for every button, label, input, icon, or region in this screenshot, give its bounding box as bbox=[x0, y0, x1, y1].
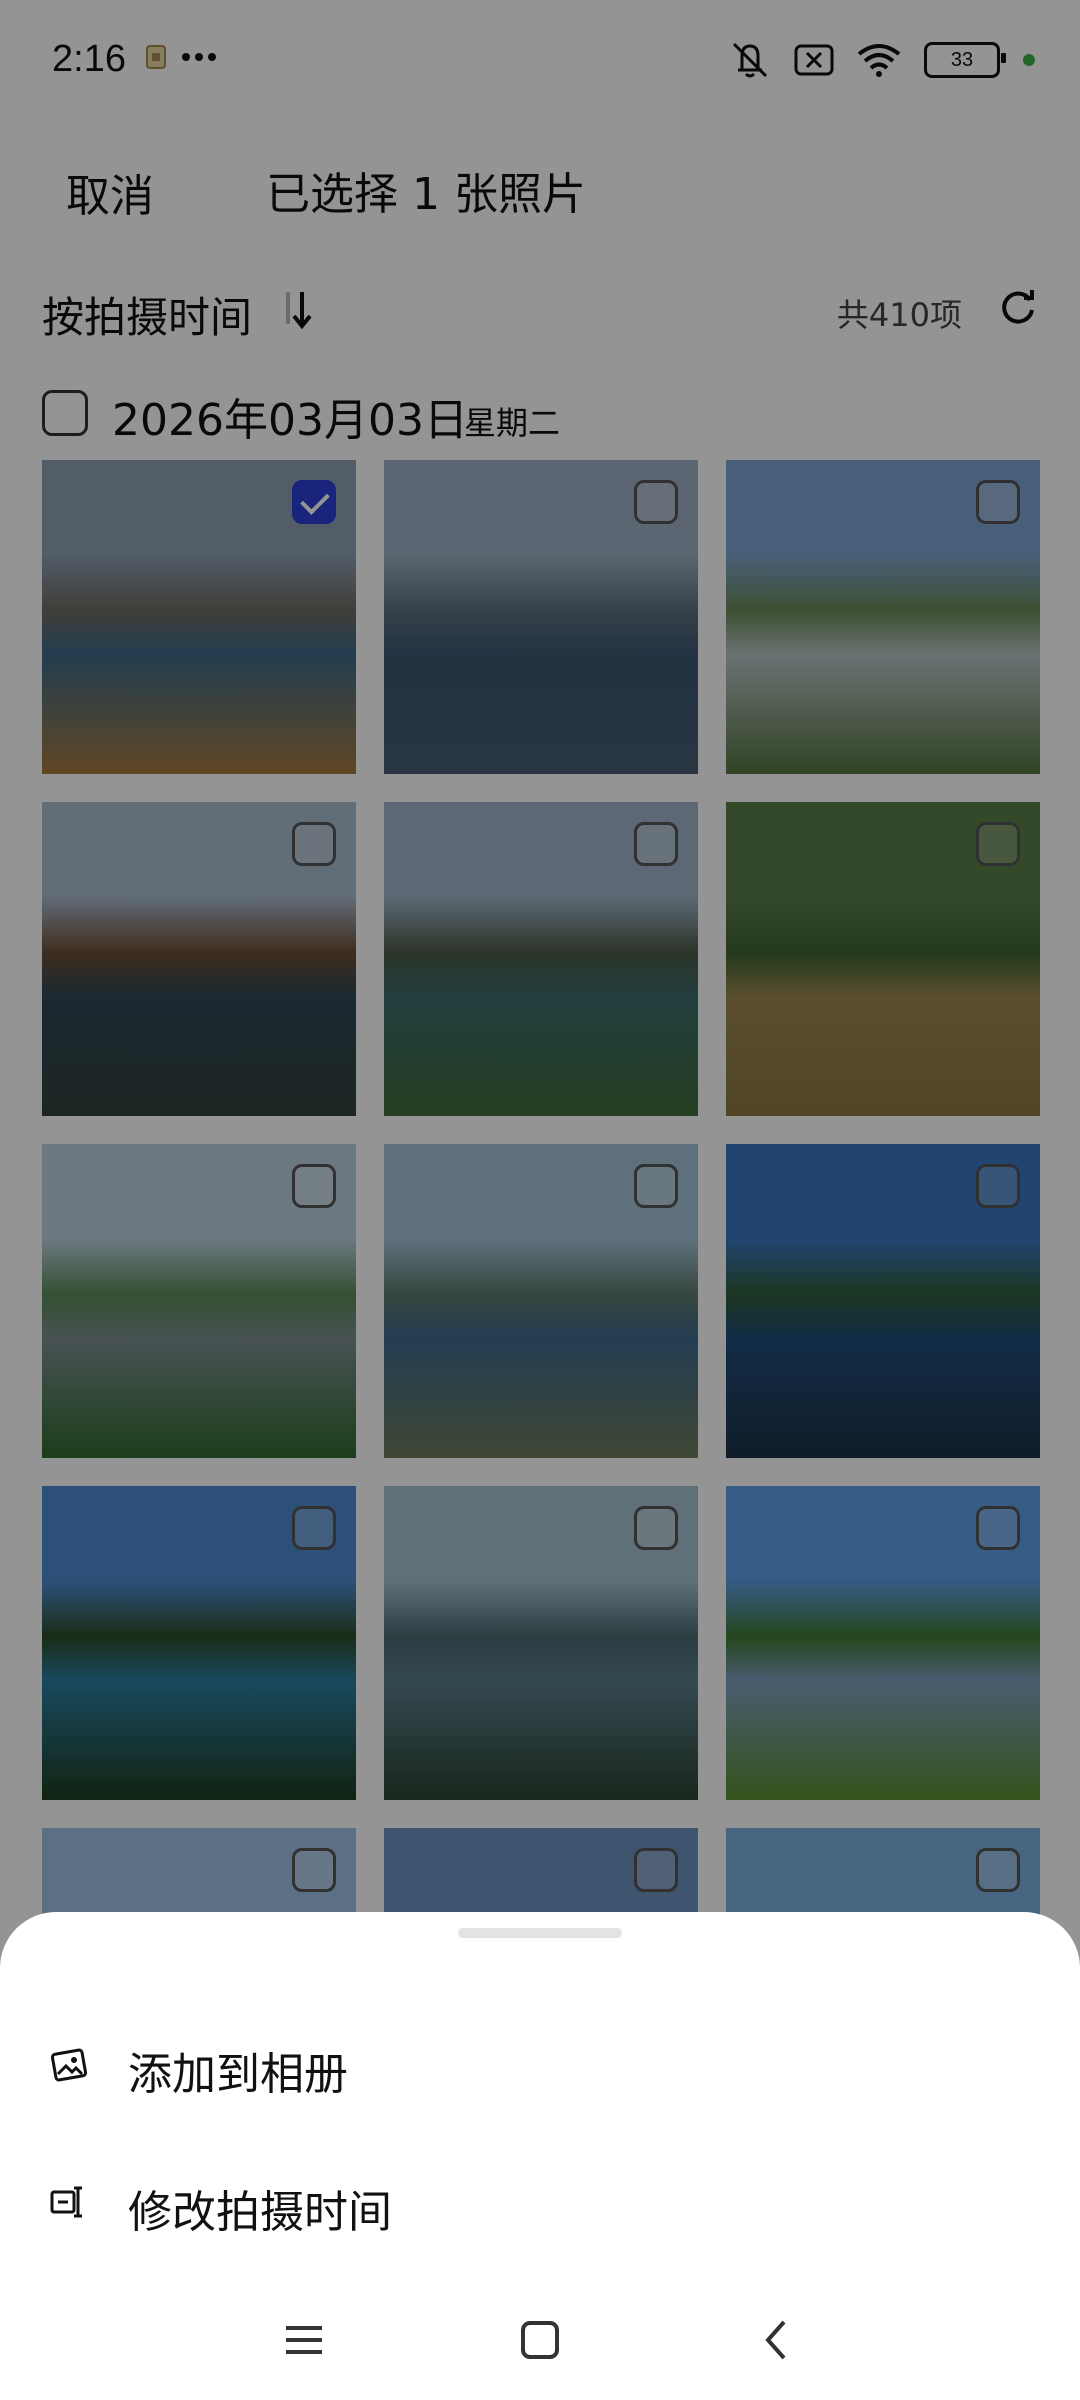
nav-home-button[interactable] bbox=[510, 2310, 570, 2370]
add-to-album-button[interactable]: 添加到相册 bbox=[0, 2012, 1080, 2122]
add-to-album-label: 添加到相册 bbox=[128, 2049, 348, 2100]
edit-capture-time-label: 修改拍摄时间 bbox=[128, 2187, 392, 2238]
nav-back-button[interactable] bbox=[746, 2310, 806, 2370]
nav-menu-button[interactable] bbox=[274, 2310, 334, 2370]
add-to-album-icon bbox=[50, 2048, 88, 2082]
edit-capture-time-button[interactable]: 修改拍摄时间 bbox=[0, 2150, 1080, 2260]
action-sheet: 添加到相册 修改拍摄时间 bbox=[0, 1912, 1080, 2400]
system-nav-bar bbox=[0, 2280, 1080, 2390]
sheet-handle[interactable] bbox=[458, 1928, 622, 1938]
back-icon bbox=[765, 2320, 786, 2360]
menu-icon bbox=[286, 2326, 322, 2354]
home-icon bbox=[521, 2321, 559, 2359]
edit-time-icon bbox=[50, 2186, 82, 2218]
